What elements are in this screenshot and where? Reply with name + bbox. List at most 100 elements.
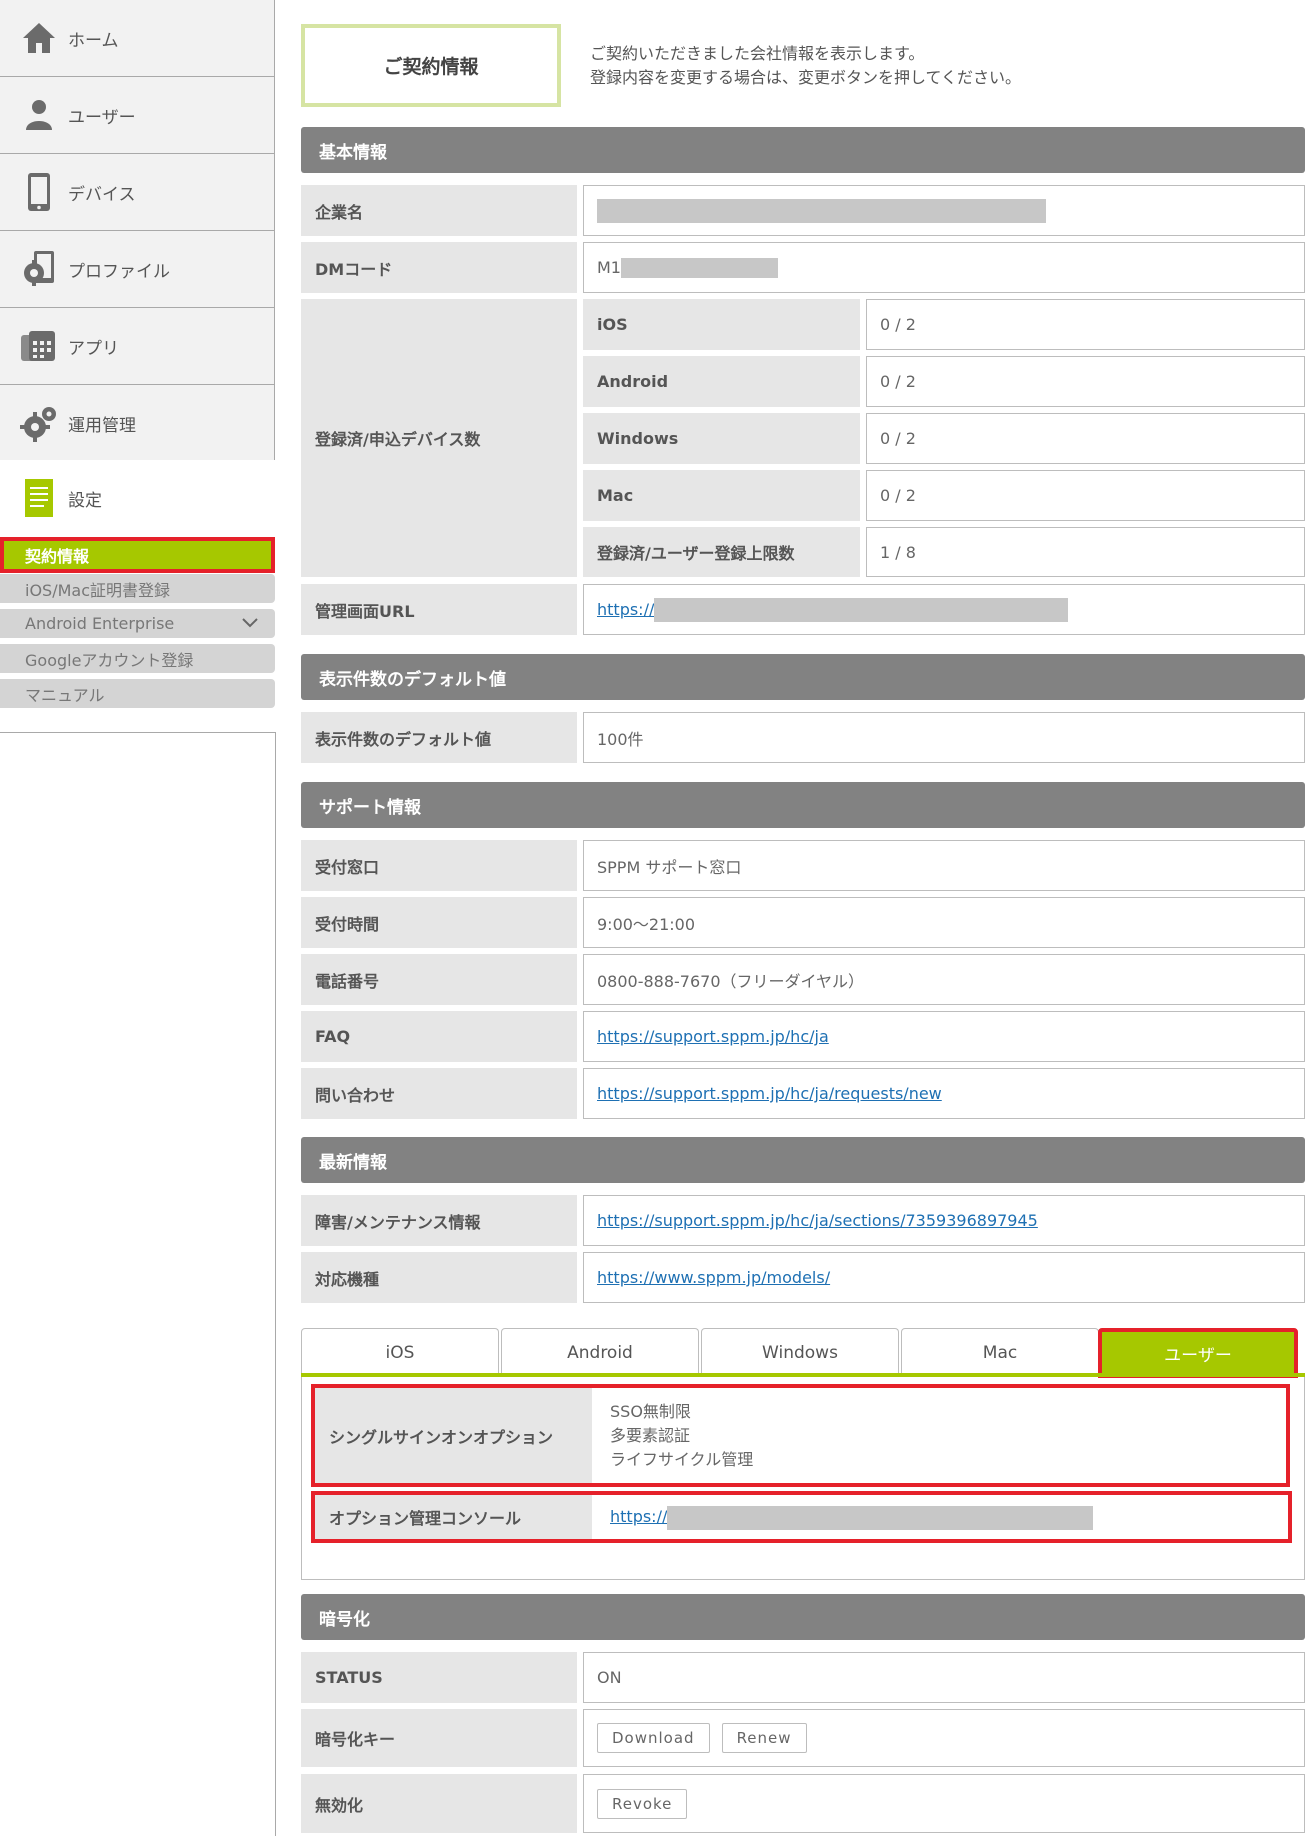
- device-mac-value: 0 / 2: [866, 470, 1305, 521]
- contact-link[interactable]: https://support.sppm.jp/hc/ja/requests/n…: [597, 1084, 942, 1103]
- support-faq-value: https://support.sppm.jp/hc/ja: [583, 1011, 1305, 1062]
- intro-line-1: ご契約いただきました会社情報を表示します。: [590, 44, 925, 63]
- company-name-label: 企業名: [301, 185, 577, 236]
- nav-device[interactable]: デバイス: [0, 154, 275, 231]
- redacted-block: [654, 597, 1069, 622]
- download-button[interactable]: Download: [597, 1723, 710, 1753]
- support-faq-label: FAQ: [301, 1011, 577, 1062]
- sso-option-label: シングルサインオンオプション: [315, 1388, 592, 1483]
- user-limit-value: 1 / 8: [866, 527, 1305, 577]
- encryption-key-value: Download Renew: [583, 1709, 1305, 1767]
- renew-button[interactable]: Renew: [721, 1723, 807, 1753]
- device-android-label: Android: [583, 356, 860, 407]
- dm-code-prefix: M1: [597, 258, 621, 277]
- models-value: https://www.sppm.jp/models/: [583, 1252, 1305, 1303]
- device-ios-value: 0 / 2: [866, 299, 1305, 350]
- subnav-manual-label: マニュアル: [25, 685, 105, 705]
- nav-settings-label: 設定: [68, 490, 102, 511]
- nav-settings[interactable]: 設定: [0, 460, 275, 536]
- sidebar: ホーム ユーザー デバイス プロファイル アプリ 運用管理 設定 契約情報 iO…: [0, 0, 276, 1836]
- nav-device-label: デバイス: [68, 184, 136, 205]
- subnav-manual[interactable]: マニュアル: [0, 679, 275, 708]
- sso-option-values: SSO無制限 多要素認証 ライフサイクル管理: [597, 1400, 1277, 1472]
- nav-home-label: ホーム: [68, 30, 119, 51]
- tab-android[interactable]: Android: [501, 1328, 699, 1376]
- intro-line-2: 登録内容を変更する場合は、変更ボタンを押してください。: [590, 68, 1022, 87]
- device-count-label: 登録済/申込デバイス数: [301, 299, 577, 577]
- section-display-header: 表示件数のデフォルト値: [301, 654, 1305, 700]
- display-default-value: 100件: [583, 712, 1305, 763]
- maintenance-label: 障害/メンテナンス情報: [301, 1195, 577, 1246]
- subnav-ios-mac-cert[interactable]: iOS/Mac証明書登録: [0, 574, 275, 603]
- redacted-block: [667, 1505, 1094, 1530]
- tab-ios[interactable]: iOS: [301, 1328, 499, 1376]
- nav-operation-label: 運用管理: [68, 415, 136, 436]
- encryption-key-label: 暗号化キー: [301, 1709, 577, 1767]
- support-desk-value: SPPM サポート窓口: [583, 840, 1305, 891]
- tab-mac[interactable]: Mac: [901, 1328, 1099, 1376]
- tab-windows[interactable]: Windows: [701, 1328, 899, 1376]
- admin-url-label: 管理画面URL: [301, 584, 577, 635]
- device-windows-label: Windows: [583, 413, 860, 464]
- nav-profile[interactable]: プロファイル: [0, 231, 275, 308]
- section-basic-header: 基本情報: [301, 127, 1305, 173]
- nav-app-label: アプリ: [68, 338, 119, 359]
- company-name-value: [583, 185, 1305, 236]
- option-console-value: https://: [597, 1505, 1277, 1530]
- page-title: ご契約情報: [301, 24, 561, 107]
- disable-value: Revoke: [583, 1774, 1305, 1833]
- support-phone-value: 0800-888-7670（フリーダイヤル）: [583, 954, 1305, 1005]
- subnav-google-account[interactable]: Googleアカウント登録: [0, 644, 275, 673]
- section-encryption-header: 暗号化: [301, 1594, 1305, 1640]
- smartphone-icon: [18, 171, 60, 213]
- support-contact-value: https://support.sppm.jp/hc/ja/requests/n…: [583, 1068, 1305, 1119]
- display-default-label: 表示件数のデフォルト値: [301, 712, 577, 763]
- sso-value-1: SSO無制限: [610, 1402, 691, 1421]
- subnav-android-enterprise-label: Android Enterprise: [25, 614, 175, 633]
- revoke-button[interactable]: Revoke: [597, 1788, 688, 1819]
- profile-gear-icon: [18, 248, 60, 290]
- status-label: STATUS: [301, 1652, 577, 1703]
- chevron-down-icon[interactable]: [241, 615, 259, 634]
- nav-user-label: ユーザー: [68, 107, 136, 128]
- tab-user[interactable]: ユーザー: [1098, 1328, 1298, 1378]
- maintenance-link[interactable]: https://support.sppm.jp/hc/ja/sections/7…: [597, 1211, 1038, 1230]
- support-hours-label: 受付時間: [301, 897, 577, 948]
- section-news-header: 最新情報: [301, 1137, 1305, 1183]
- nav-user[interactable]: ユーザー: [0, 77, 275, 154]
- subnav-contract-label: 契約情報: [25, 547, 90, 566]
- nav-app[interactable]: アプリ: [0, 308, 275, 385]
- sso-value-3: ライフサイクル管理: [610, 1450, 754, 1469]
- section-support-header: サポート情報: [301, 782, 1305, 828]
- nav-home[interactable]: ホーム: [0, 0, 275, 77]
- option-console-link[interactable]: https://: [610, 1507, 667, 1526]
- sidebar-empty-area: [0, 732, 276, 1836]
- redacted-block: [597, 198, 1046, 223]
- nav-operation[interactable]: 運用管理: [0, 385, 275, 462]
- models-label: 対応機種: [301, 1252, 577, 1303]
- option-console-label: オプション管理コンソール: [315, 1495, 592, 1539]
- models-link[interactable]: https://www.sppm.jp/models/: [597, 1268, 830, 1287]
- support-phone-label: 電話番号: [301, 954, 577, 1005]
- subnav-contract[interactable]: 契約情報: [0, 537, 275, 573]
- device-android-value: 0 / 2: [866, 356, 1305, 407]
- dm-code-label: DMコード: [301, 242, 577, 293]
- dm-code-value: M1: [583, 242, 1305, 293]
- support-desk-label: 受付窓口: [301, 840, 577, 891]
- redacted-block: [620, 257, 778, 278]
- device-ios-label: iOS: [583, 299, 860, 350]
- maintenance-value: https://support.sppm.jp/hc/ja/sections/7…: [583, 1195, 1305, 1246]
- subnav-android-enterprise[interactable]: Android Enterprise: [0, 609, 275, 638]
- device-windows-value: 0 / 2: [866, 413, 1305, 464]
- user-icon: [18, 94, 60, 136]
- admin-url-link[interactable]: https://: [597, 600, 654, 619]
- support-hours-value: 9:00～21:00: [583, 897, 1305, 948]
- status-value: ON: [583, 1652, 1305, 1703]
- gears-icon: [18, 402, 60, 444]
- subnav-google-account-label: Googleアカウント登録: [25, 650, 194, 670]
- faq-link[interactable]: https://support.sppm.jp/hc/ja: [597, 1027, 829, 1046]
- subnav-ios-mac-cert-label: iOS/Mac証明書登録: [25, 580, 170, 600]
- document-icon: [18, 477, 60, 519]
- admin-url-value: https://: [583, 584, 1305, 635]
- sso-value-2: 多要素認証: [610, 1426, 691, 1445]
